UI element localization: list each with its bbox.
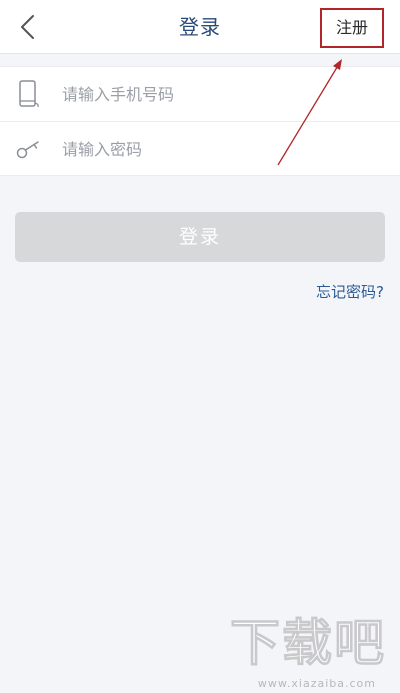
password-row (0, 121, 400, 175)
login-form (0, 66, 400, 176)
phone-icon (19, 80, 39, 108)
register-button[interactable]: 注册 (320, 8, 384, 48)
nav-header: 登录 注册 (0, 0, 400, 54)
phone-row (0, 67, 400, 121)
key-icon (16, 141, 39, 159)
forgot-password-link[interactable]: 忘记密码? (316, 281, 384, 302)
phone-input[interactable] (62, 77, 372, 111)
watermark-logo: 下载吧 (230, 614, 386, 673)
login-screen: 登录 注册 登录 忘记密码? 下载吧 www.xiaz (0, 0, 400, 693)
watermark-url: www.xiazaiba.com (257, 677, 376, 690)
login-button[interactable]: 登录 (15, 212, 385, 262)
password-input[interactable] (62, 132, 372, 166)
